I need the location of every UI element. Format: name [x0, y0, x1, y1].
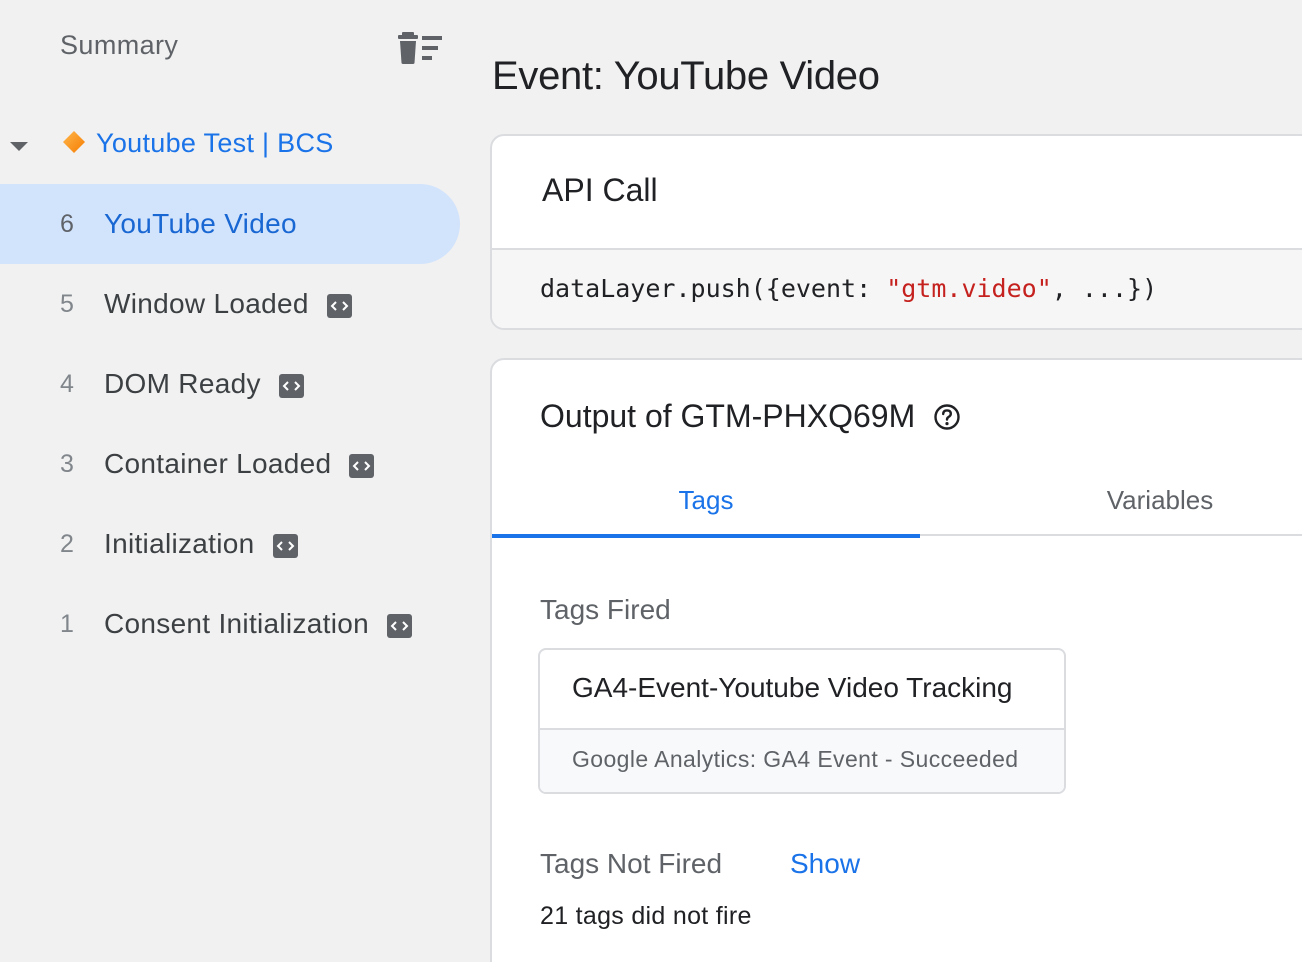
event-label: Container Loaded: [104, 448, 332, 479]
event-item-dom-ready[interactable]: 4 DOM Ready: [0, 344, 460, 424]
event-number: 1: [60, 609, 74, 638]
code-icon: [272, 534, 298, 558]
container-name[interactable]: Youtube Test | BCS: [96, 128, 334, 159]
code-icon: [326, 294, 352, 318]
code-icon: [278, 374, 304, 398]
event-number: 2: [60, 529, 74, 558]
event-label: YouTube Video: [104, 208, 297, 239]
code-prefix: dataLayer.push({event:: [540, 274, 887, 303]
summary-link[interactable]: Summary: [60, 30, 178, 61]
tab-variables[interactable]: Variables: [920, 464, 1302, 536]
event-item-window-loaded[interactable]: 5 Window Loaded: [0, 264, 460, 344]
event-label: Window Loaded: [104, 288, 309, 319]
event-number: 3: [60, 449, 74, 478]
event-label: Initialization: [104, 528, 255, 559]
tag-name: GA4-Event-Youtube Video Tracking: [572, 672, 1013, 703]
tab-tags[interactable]: Tags: [492, 464, 920, 538]
orange-diamond-icon: [63, 131, 85, 153]
api-call-title: API Call: [542, 172, 658, 208]
code-icon: [386, 614, 412, 638]
clear-messages-button[interactable]: [398, 30, 442, 66]
fired-tag-card[interactable]: GA4-Event-Youtube Video Tracking Google …: [538, 648, 1066, 794]
not-fired-count: 21 tags did not fire: [540, 902, 752, 930]
api-call-code: dataLayer.push({event: "gtm.video", ...}…: [492, 248, 1302, 328]
event-number: 6: [60, 209, 74, 238]
output-card: Output of GTM-PHXQ69M Tags Variables Tag…: [490, 358, 1302, 962]
delete-sweep-icon: [398, 32, 442, 64]
event-number: 4: [60, 369, 74, 398]
event-item-initialization[interactable]: 2 Initialization: [0, 504, 460, 584]
tags-fired-heading: Tags Fired: [540, 594, 671, 625]
code-icon: [349, 454, 375, 478]
code-event-string: "gtm.video": [886, 274, 1052, 303]
event-item-container-loaded[interactable]: 3 Container Loaded: [0, 424, 460, 504]
main-panel: Event: YouTube Video API Call dataLayer.…: [474, 0, 1302, 962]
page-title: Event: YouTube Video: [492, 54, 880, 98]
tags-not-fired-heading: Tags Not Fired: [540, 848, 723, 879]
event-label: Consent Initialization: [104, 608, 369, 639]
output-title: Output of GTM-PHXQ69M: [540, 398, 961, 435]
code-suffix: , ...}): [1051, 274, 1158, 303]
event-item-youtube-video[interactable]: 6 YouTube Video: [0, 184, 460, 264]
event-number: 5: [60, 289, 74, 318]
event-item-consent-initialization[interactable]: 1 Consent Initialization: [0, 584, 460, 664]
sidebar: Summary Youtube Test | BCS 6 YouTube Vid: [0, 0, 474, 962]
tag-status: Google Analytics: GA4 Event - Succeeded: [540, 728, 1064, 792]
event-label: DOM Ready: [104, 368, 261, 399]
output-title-text: Output of GTM-PHXQ69M: [540, 398, 916, 434]
help-icon[interactable]: [933, 403, 961, 431]
container-row[interactable]: Youtube Test | BCS: [0, 122, 474, 166]
caret-down-icon[interactable]: [10, 142, 28, 151]
api-call-card: API Call dataLayer.push({event: "gtm.vid…: [490, 134, 1302, 330]
output-tabs: Tags Variables: [492, 464, 1302, 538]
show-not-fired-link[interactable]: Show: [790, 848, 860, 880]
